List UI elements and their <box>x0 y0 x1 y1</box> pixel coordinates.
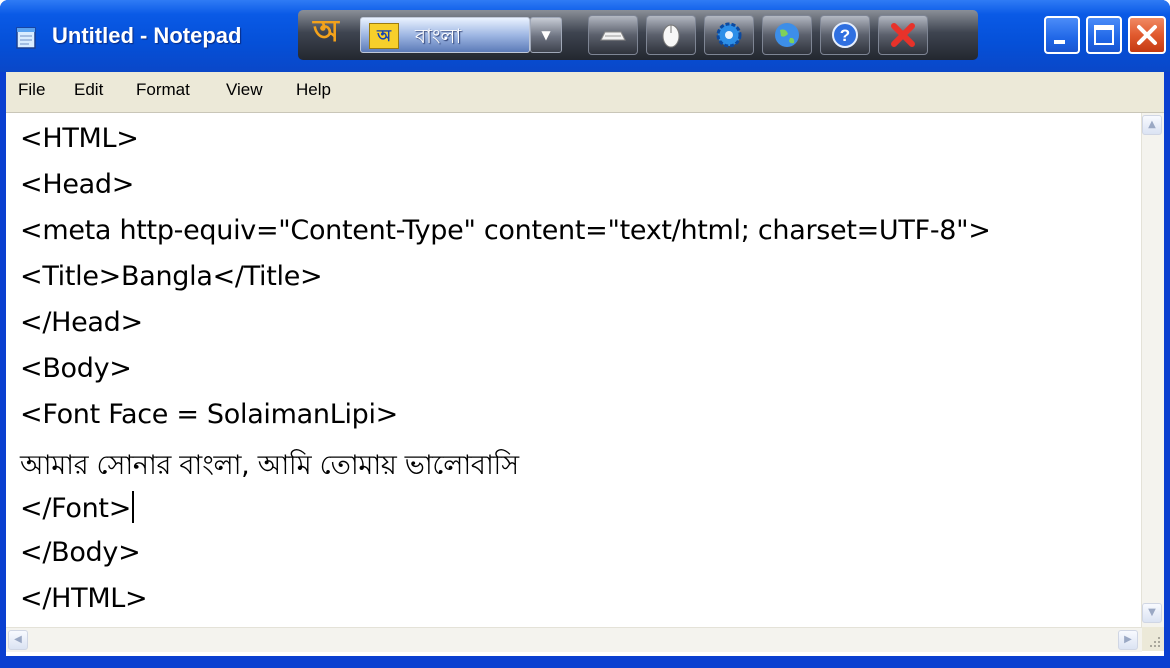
editor-line-with-caret: </Font> <box>20 491 135 524</box>
keyboard-button[interactable] <box>588 15 638 55</box>
exit-icon <box>891 23 915 47</box>
scroll-down-button[interactable]: ▼ <box>1142 603 1162 623</box>
chevron-left-icon: ◀ <box>14 634 22 645</box>
settings-icon <box>716 22 742 48</box>
notepad-window: Untitled - Notepad অ অ বাংলা ▼ ? File Ed… <box>0 0 1170 668</box>
scroll-right-button[interactable]: ▶ <box>1118 630 1138 650</box>
keyboard-layout-name: বাংলা <box>415 24 462 48</box>
editor-line: </Head> <box>20 307 143 338</box>
editor-line-text: </Font> <box>20 493 132 524</box>
globe-icon <box>775 23 799 47</box>
ime-toolbar: অ অ বাংলা ▼ ? <box>298 10 978 60</box>
mouse-icon <box>662 24 680 48</box>
close-icon <box>1137 25 1157 45</box>
help-icon: ? <box>832 22 858 48</box>
menu-file[interactable]: File <box>18 80 45 100</box>
maximize-icon <box>1094 25 1114 45</box>
chevron-up-icon: ▲ <box>1148 119 1156 130</box>
menu-view[interactable]: View <box>226 80 263 100</box>
exit-button[interactable] <box>878 15 928 55</box>
text-caret <box>132 491 135 523</box>
svg-text:?: ? <box>840 26 850 45</box>
menu-bar: File Edit Format View Help <box>6 72 1164 112</box>
menu-edit[interactable]: Edit <box>74 80 103 100</box>
close-button[interactable] <box>1128 16 1166 54</box>
editor-line: </HTML> <box>20 583 148 614</box>
editor-line: আমার সোনার বাংলা, আমি তোমায় ভালোবাসি <box>20 450 519 481</box>
layout-dropdown-button[interactable]: ▼ <box>530 17 562 53</box>
language-icon: অ <box>369 23 399 49</box>
settings-button[interactable] <box>704 15 754 55</box>
menu-format[interactable]: Format <box>136 80 190 100</box>
mouse-button[interactable] <box>646 15 696 55</box>
editor-line: <HTML> <box>20 123 139 154</box>
help-button[interactable]: ? <box>820 15 870 55</box>
chevron-down-icon: ▼ <box>541 28 551 42</box>
chevron-down-icon: ▼ <box>1148 607 1156 618</box>
editor-line: <Head> <box>20 169 135 200</box>
chevron-right-icon: ▶ <box>1124 634 1132 645</box>
ime-logo-icon[interactable]: অ <box>306 12 346 52</box>
notepad-app-icon[interactable] <box>14 26 40 50</box>
minimize-icon <box>1054 40 1065 44</box>
minimize-button[interactable] <box>1044 16 1080 54</box>
title-bar[interactable]: Untitled - Notepad অ অ বাংলা ▼ ? <box>0 0 1170 72</box>
editor-text-area[interactable]: <HTML> <Head> <meta http-equiv="Content-… <box>6 113 1142 627</box>
editor-line: <Title>Bangla</Title> <box>20 261 323 292</box>
web-button[interactable] <box>762 15 812 55</box>
window-title: Untitled - Notepad <box>52 23 242 48</box>
horizontal-scrollbar[interactable]: ◀ ▶ <box>6 627 1142 652</box>
keyboard-layout-selector[interactable]: অ বাংলা <box>360 17 530 53</box>
vertical-scrollbar[interactable]: ▲ ▼ <box>1141 113 1164 627</box>
editor-line: <Font Face = SolaimanLipi> <box>20 399 399 430</box>
editor-line: <Body> <box>20 353 132 384</box>
scroll-up-button[interactable]: ▲ <box>1142 115 1162 135</box>
window-bottom-border <box>0 656 1170 668</box>
editor-line: <meta http-equiv="Content-Type" content=… <box>20 215 991 246</box>
scroll-left-button[interactable]: ◀ <box>8 630 28 650</box>
menu-help[interactable]: Help <box>296 80 331 100</box>
maximize-button[interactable] <box>1086 16 1122 54</box>
keyboard-icon <box>600 31 626 41</box>
editor-line: </Body> <box>20 537 141 568</box>
resize-grip[interactable] <box>1142 627 1164 651</box>
resize-grip-icon <box>1150 637 1160 647</box>
text-editor[interactable]: <HTML> <Head> <meta http-equiv="Content-… <box>6 112 1164 664</box>
